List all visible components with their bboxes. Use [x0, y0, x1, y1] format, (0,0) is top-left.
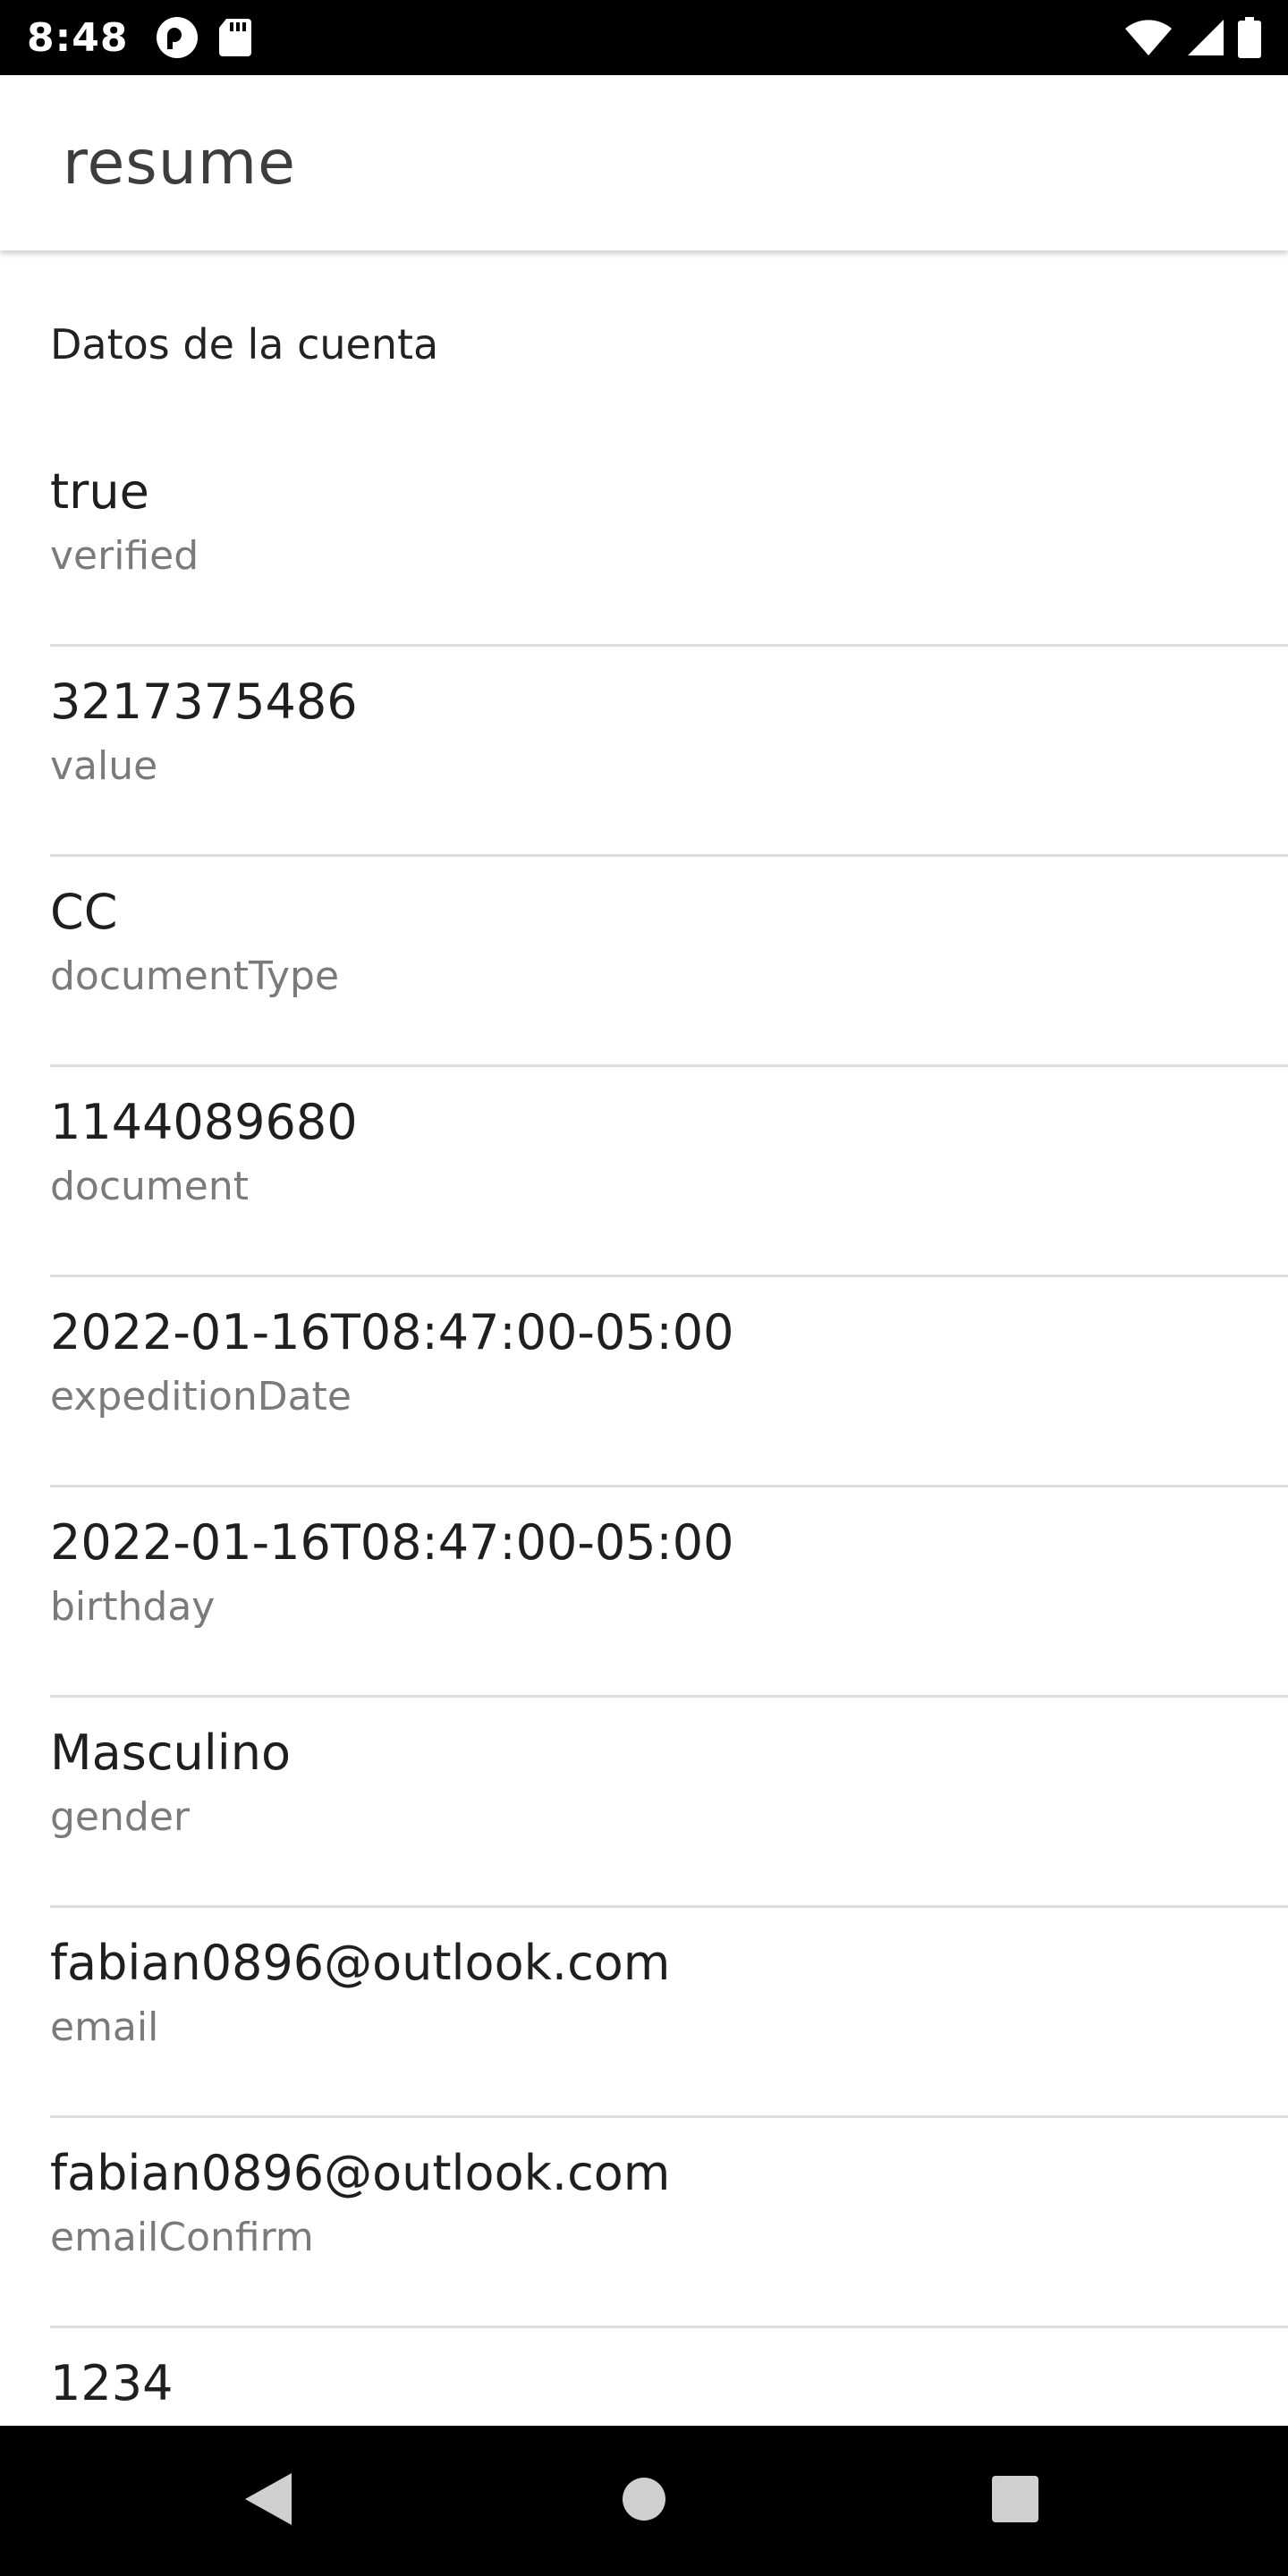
item-label: birthday	[50, 1584, 216, 1630]
list-item-partial[interactable]: 1234	[0, 2328, 1288, 2426]
app-notification-icon	[155, 15, 199, 60]
sd-card-icon	[217, 17, 253, 58]
item-label: email	[50, 2004, 159, 2050]
list-item-birthday[interactable]: 2022-01-16T08:47:00-05:00 birthday	[0, 1487, 1288, 1698]
status-bar: 8:48	[0, 0, 1288, 75]
item-value: 3217375486	[50, 674, 358, 730]
item-label: expeditionDate	[50, 1374, 352, 1419]
list-item-gender[interactable]: Masculino gender	[0, 1698, 1288, 1908]
item-value: 1144089680	[50, 1094, 358, 1150]
recents-icon	[991, 2475, 1039, 2527]
item-value: fabian0896@outlook.com	[50, 1935, 671, 1991]
list-item-value[interactable]: 3217375486 value	[0, 647, 1288, 857]
battery-icon	[1238, 17, 1261, 58]
status-left-icons	[155, 15, 253, 60]
list-item-email-confirm[interactable]: fabian0896@outlook.com emailConfirm	[0, 2118, 1288, 2328]
account-details-list: true verified 3217375486 value CC docume…	[0, 436, 1288, 2426]
home-icon	[622, 2477, 666, 2525]
item-value: Masculino	[50, 1724, 291, 1781]
item-label: value	[50, 743, 158, 789]
screen: 8:48 resume Datos de la cuenta true veri…	[0, 0, 1288, 2576]
back-button[interactable]	[179, 2426, 358, 2576]
item-value: 2022-01-16T08:47:00-05:00	[50, 1514, 734, 1571]
list-item-expedition-date[interactable]: 2022-01-16T08:47:00-05:00 expeditionDate	[0, 1277, 1288, 1487]
status-right-icons	[1123, 17, 1261, 58]
status-time: 8:48	[27, 14, 129, 61]
section-header: Datos de la cuenta	[50, 320, 439, 369]
app-bar: resume	[0, 75, 1288, 250]
item-value: fabian0896@outlook.com	[50, 2145, 671, 2201]
item-value: 2022-01-16T08:47:00-05:00	[50, 1304, 734, 1360]
item-label: documentType	[50, 953, 340, 999]
item-label: document	[50, 1164, 249, 1209]
cellular-signal-icon	[1186, 18, 1225, 57]
content-scroll-area[interactable]: Datos de la cuenta true verified 3217375…	[0, 252, 1288, 2426]
navigation-bar	[0, 2426, 1288, 2576]
item-value: 1234	[50, 2355, 174, 2411]
home-button[interactable]	[555, 2426, 733, 2576]
item-label: gender	[50, 1794, 190, 1840]
list-item-verified[interactable]: true verified	[0, 436, 1288, 647]
wifi-icon	[1123, 18, 1174, 57]
list-item-document-type[interactable]: CC documentType	[0, 857, 1288, 1067]
item-value: true	[50, 463, 149, 520]
item-label: verified	[50, 533, 199, 579]
page-title: resume	[63, 127, 296, 199]
list-item-email[interactable]: fabian0896@outlook.com email	[0, 1908, 1288, 2118]
list-item-document[interactable]: 1144089680 document	[0, 1067, 1288, 1277]
recents-button[interactable]	[926, 2426, 1105, 2576]
item-label: emailConfirm	[50, 2215, 314, 2260]
back-icon	[243, 2471, 293, 2530]
item-value: CC	[50, 884, 118, 940]
